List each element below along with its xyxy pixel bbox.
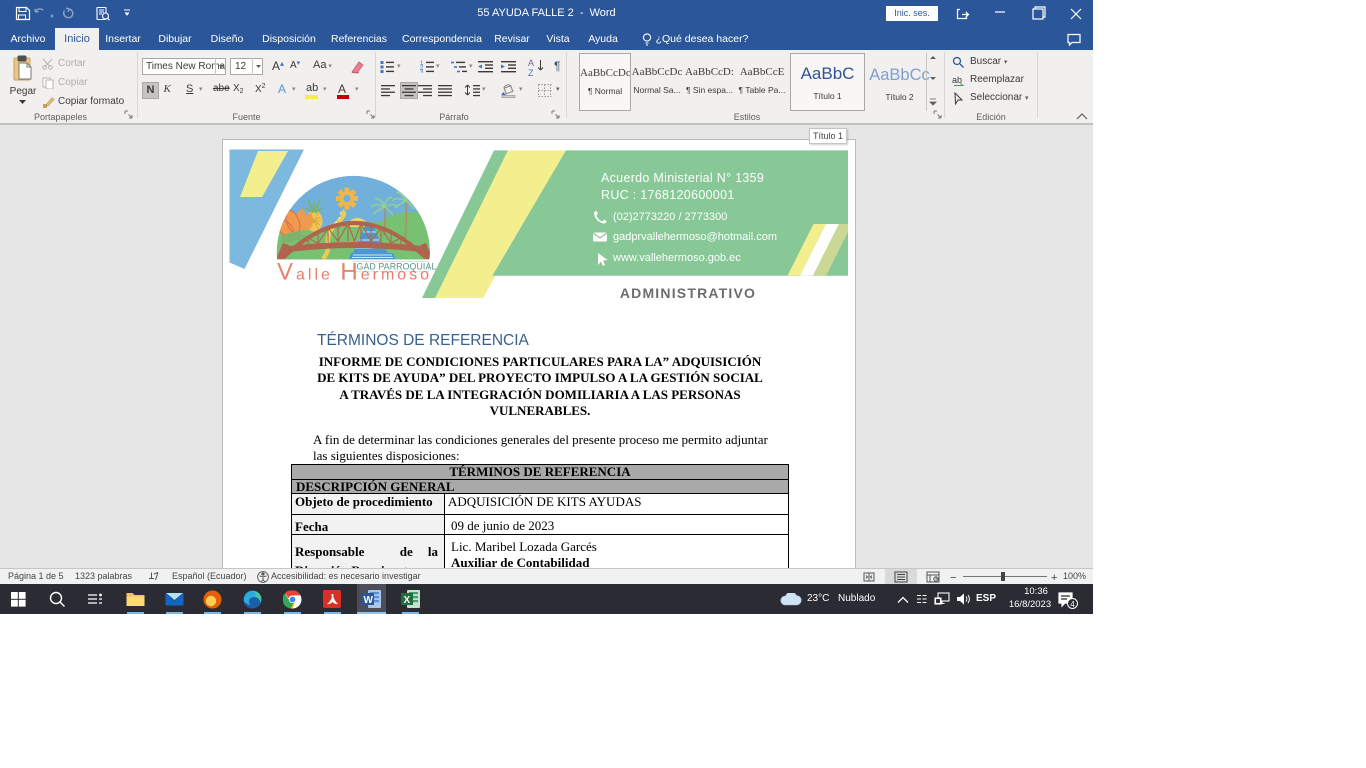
svg-text:(02)2773220 / 2773300: (02)2773220 / 2773300 xyxy=(613,211,727,223)
svg-text:Acuerdo Ministerial N° 1359: Acuerdo Ministerial N° 1359 xyxy=(601,171,764,185)
svg-text:4: 4 xyxy=(1070,600,1075,609)
svg-text:RUC : 1768120600001: RUC : 1768120600001 xyxy=(601,188,735,202)
svg-text:3: 3 xyxy=(420,70,424,73)
svg-text:X: X xyxy=(404,595,411,606)
svg-text:www.vallehermoso.gob.ec: www.vallehermoso.gob.ec xyxy=(612,252,741,264)
svg-text:W: W xyxy=(364,595,374,606)
svg-text:gadprvallehermoso@hotmail.com: gadprvallehermoso@hotmail.com xyxy=(613,231,777,243)
